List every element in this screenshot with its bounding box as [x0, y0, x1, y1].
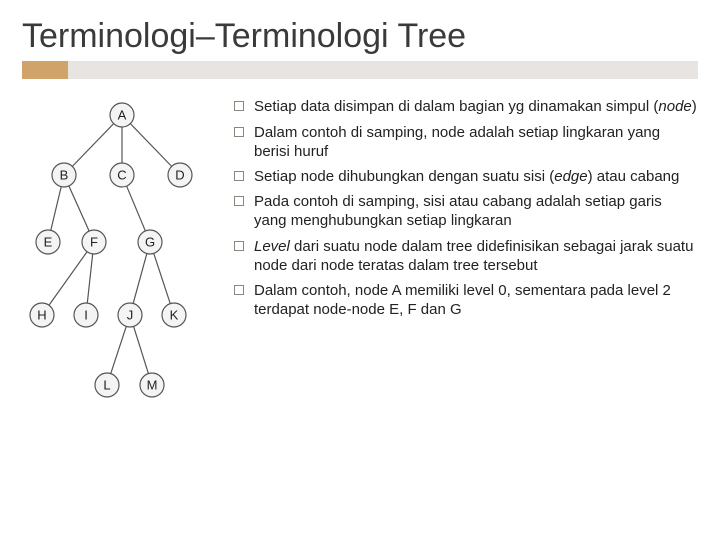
tree-edge: [72, 124, 113, 167]
bullet-item: Dalam contoh di samping, node adalah set…: [234, 123, 698, 161]
bullet-item: Dalam contoh, node A memiliki level 0, s…: [234, 281, 698, 319]
tree-node-label: D: [175, 168, 184, 183]
tree-node-label: K: [170, 308, 179, 323]
bullet-item: Setiap data disimpan di dalam bagian yg …: [234, 97, 698, 116]
bullet-column: Setiap data disimpan di dalam bagian yg …: [234, 97, 698, 325]
tree-node-label: H: [37, 308, 46, 323]
bullet-text: Setiap data disimpan di dalam bagian yg …: [254, 97, 698, 116]
accent-bar-primary: [22, 61, 68, 79]
bullet-text: Level dari suatu node dalam tree didefin…: [254, 237, 698, 275]
tree-edge: [134, 327, 149, 374]
tree-edge: [154, 254, 171, 304]
tree-node-label: J: [127, 308, 134, 323]
bullet-marker-icon: [234, 285, 244, 295]
tree-node-label: M: [147, 378, 158, 393]
tree-edge: [49, 252, 87, 305]
tree-node-label: E: [44, 235, 53, 250]
bullet-text: Pada contoh di samping, sisi atau cabang…: [254, 192, 698, 230]
tree-node-label: I: [84, 308, 88, 323]
tree-edge: [87, 254, 92, 303]
tree-node-label: C: [117, 168, 126, 183]
bullet-marker-icon: [234, 196, 244, 206]
tree-edge: [51, 187, 61, 231]
tree-node-label: B: [60, 168, 69, 183]
tree-node-label: F: [90, 235, 98, 250]
slide: Terminologi–Terminologi Tree A B C D E F G H I J K…: [0, 0, 720, 540]
bullet-marker-icon: [234, 127, 244, 137]
bullet-item: Level dari suatu node dalam tree didefin…: [234, 237, 698, 275]
bullet-item: Pada contoh di samping, sisi atau cabang…: [234, 192, 698, 230]
bullet-marker-icon: [234, 171, 244, 181]
tree-edge: [111, 327, 127, 374]
accent-bar: [22, 61, 698, 79]
tree-node-label: A: [118, 108, 127, 123]
tree-node-label: L: [103, 378, 110, 393]
tree-diagram-column: A B C D E F G H I J K L M: [22, 97, 222, 412]
slide-title: Terminologi–Terminologi Tree: [22, 18, 698, 55]
bullet-text: Setiap node dihubungkan dengan suatu sis…: [254, 167, 698, 186]
content-row: A B C D E F G H I J K L M Setiap data disimpan di da…: [22, 97, 698, 412]
tree-diagram: A B C D E F G H I J K L M: [22, 97, 222, 407]
bullet-text: Dalam contoh di samping, node adalah set…: [254, 123, 698, 161]
tree-edge: [127, 186, 146, 231]
bullet-marker-icon: [234, 241, 244, 251]
bullet-item: Setiap node dihubungkan dengan suatu sis…: [234, 167, 698, 186]
tree-node-label: G: [145, 235, 155, 250]
tree-edge: [69, 186, 89, 231]
accent-bar-secondary: [68, 61, 698, 79]
bullet-marker-icon: [234, 101, 244, 111]
bullet-text: Dalam contoh, node A memiliki level 0, s…: [254, 281, 698, 319]
tree-edge: [133, 254, 147, 304]
bullet-list: Setiap data disimpan di dalam bagian yg …: [234, 97, 698, 319]
tree-edge: [130, 124, 171, 167]
